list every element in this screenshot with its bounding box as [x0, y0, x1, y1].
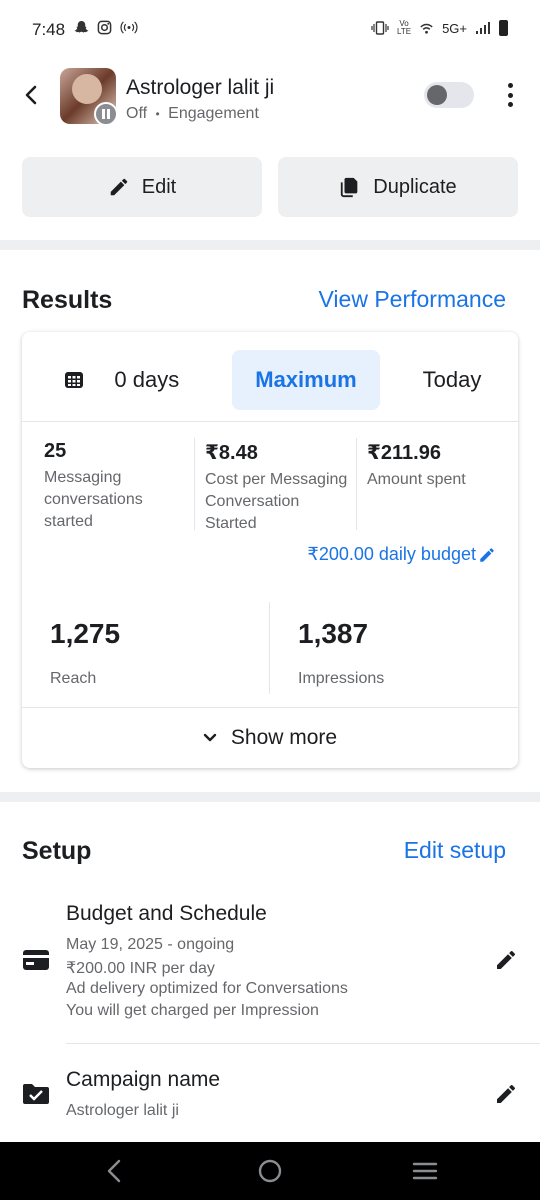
chevron-down-icon — [203, 733, 217, 742]
hotspot-icon — [120, 21, 138, 34]
row-divider — [66, 1043, 540, 1044]
ad-subtitle: Off • Engagement — [126, 105, 259, 123]
pencil-icon — [110, 178, 128, 196]
metric-cost-per-conversation: ₹8.48 Cost per Messaging Conversation St… — [205, 440, 365, 535]
pause-icon — [94, 102, 118, 126]
edit-setup-link[interactable]: Edit setup — [404, 837, 506, 864]
ad-status-toggle[interactable] — [424, 82, 474, 108]
metric-divider — [356, 438, 357, 530]
tab-today[interactable]: Today — [404, 350, 500, 410]
metric-messaging-conversations: 25 Messaging conversations started — [44, 440, 194, 533]
back-button[interactable] — [18, 80, 44, 110]
credit-card-icon — [23, 950, 49, 970]
results-title: Results — [22, 286, 113, 314]
view-performance-link[interactable]: View Performance — [319, 286, 507, 313]
battery-icon — [499, 20, 508, 36]
ad-header: Astrologer lalit ji Off • Engagement — [0, 66, 540, 126]
system-nav-bar — [0, 1142, 540, 1200]
impressions-label: Impressions — [298, 670, 385, 687]
metric-label: Amount spent — [367, 471, 466, 488]
subtitle-separator: • — [155, 107, 160, 121]
metric-impressions: 1,387 Impressions — [298, 618, 384, 688]
show-more-label: Show more — [230, 726, 338, 749]
ad-status: Off — [126, 105, 148, 122]
budget-amount: ₹200.00 INR per day — [66, 960, 215, 977]
tab-maximum[interactable]: Maximum — [232, 350, 380, 410]
edit-campaign-pencil-icon[interactable] — [494, 1082, 518, 1106]
edit-button[interactable]: Edit — [22, 157, 262, 217]
daily-budget-link[interactable]: ₹200.00 daily budget — [307, 544, 496, 565]
reach-value: 1,275 — [50, 618, 121, 649]
pencil-icon — [480, 547, 494, 562]
volte-icon: Vo LTE — [396, 19, 412, 36]
campaign-name-title: Campaign name — [66, 1068, 221, 1091]
tab-30-days[interactable]: 0 days — [110, 350, 200, 410]
duplicate-button[interactable]: Duplicate — [278, 157, 518, 217]
metric-label: Messaging conversations started — [44, 469, 143, 530]
show-more-button[interactable]: Show more — [22, 707, 518, 768]
more-options-button[interactable] — [498, 80, 522, 110]
snapchat-icon — [74, 20, 89, 33]
chevron-left-icon — [25, 85, 37, 105]
reach-label: Reach — [50, 670, 97, 687]
billing-event: You will get charged per Impression — [66, 1002, 319, 1019]
status-bar: 7:48 Vo LTE 5G+ — [0, 0, 540, 60]
calendar-icon — [65, 372, 83, 388]
edit-budget-pencil-icon[interactable] — [494, 948, 518, 972]
setup-title: Setup — [22, 837, 92, 865]
section-divider — [0, 240, 540, 250]
budget-schedule-row[interactable]: Budget and Schedule May 19, 2025 - ongoi… — [0, 900, 540, 1040]
impressions-value: 1,387 — [298, 618, 369, 649]
metric-reach: 1,275 Reach — [50, 618, 120, 688]
duplicate-label: Duplicate — [373, 175, 457, 198]
action-buttons: Edit Duplicate — [22, 157, 518, 217]
budget-schedule-dates: May 19, 2025 - ongoing — [66, 936, 235, 953]
metric-amount-spent: ₹211.96 Amount spent — [367, 440, 507, 491]
wifi-icon — [420, 23, 433, 34]
signal-icon — [476, 22, 490, 34]
nav-recents-icon[interactable] — [410, 1156, 440, 1186]
results-card: 0 days Maximum Today 25 Messaging conver… — [22, 332, 518, 768]
vibrate-icon — [371, 21, 389, 35]
metric-divider — [269, 602, 270, 694]
edit-label: Edit — [141, 175, 177, 198]
ad-title: Astrologer lalit ji — [126, 76, 275, 99]
nav-home-icon[interactable] — [255, 1156, 285, 1186]
metric-value: ₹8.48 — [205, 442, 258, 464]
duplicate-icon — [341, 177, 358, 198]
ad-objective: Engagement — [168, 105, 259, 122]
campaign-name-row[interactable]: Campaign name Astrologer lalit ji — [0, 1064, 540, 1134]
instagram-icon — [97, 20, 112, 35]
metric-value: 25 — [44, 440, 67, 462]
status-time: 7:48 — [32, 20, 66, 39]
daily-budget-label: ₹200.00 daily budget — [307, 544, 476, 564]
metric-divider — [194, 438, 195, 530]
network-type: 5G+ — [442, 20, 467, 36]
budget-schedule-title: Budget and Schedule — [66, 902, 267, 925]
metric-value: ₹211.96 — [367, 442, 441, 464]
date-range-tabs: 0 days Maximum Today — [22, 332, 518, 422]
section-divider — [0, 792, 540, 802]
nav-back-icon[interactable] — [99, 1156, 129, 1186]
folder-check-icon — [23, 1084, 49, 1104]
metric-label: Cost per Messaging Conversation Started — [205, 471, 348, 532]
campaign-name-value: Astrologer lalit ji — [66, 1102, 179, 1119]
delivery-optimization: Ad delivery optimized for Conversations — [66, 980, 348, 997]
